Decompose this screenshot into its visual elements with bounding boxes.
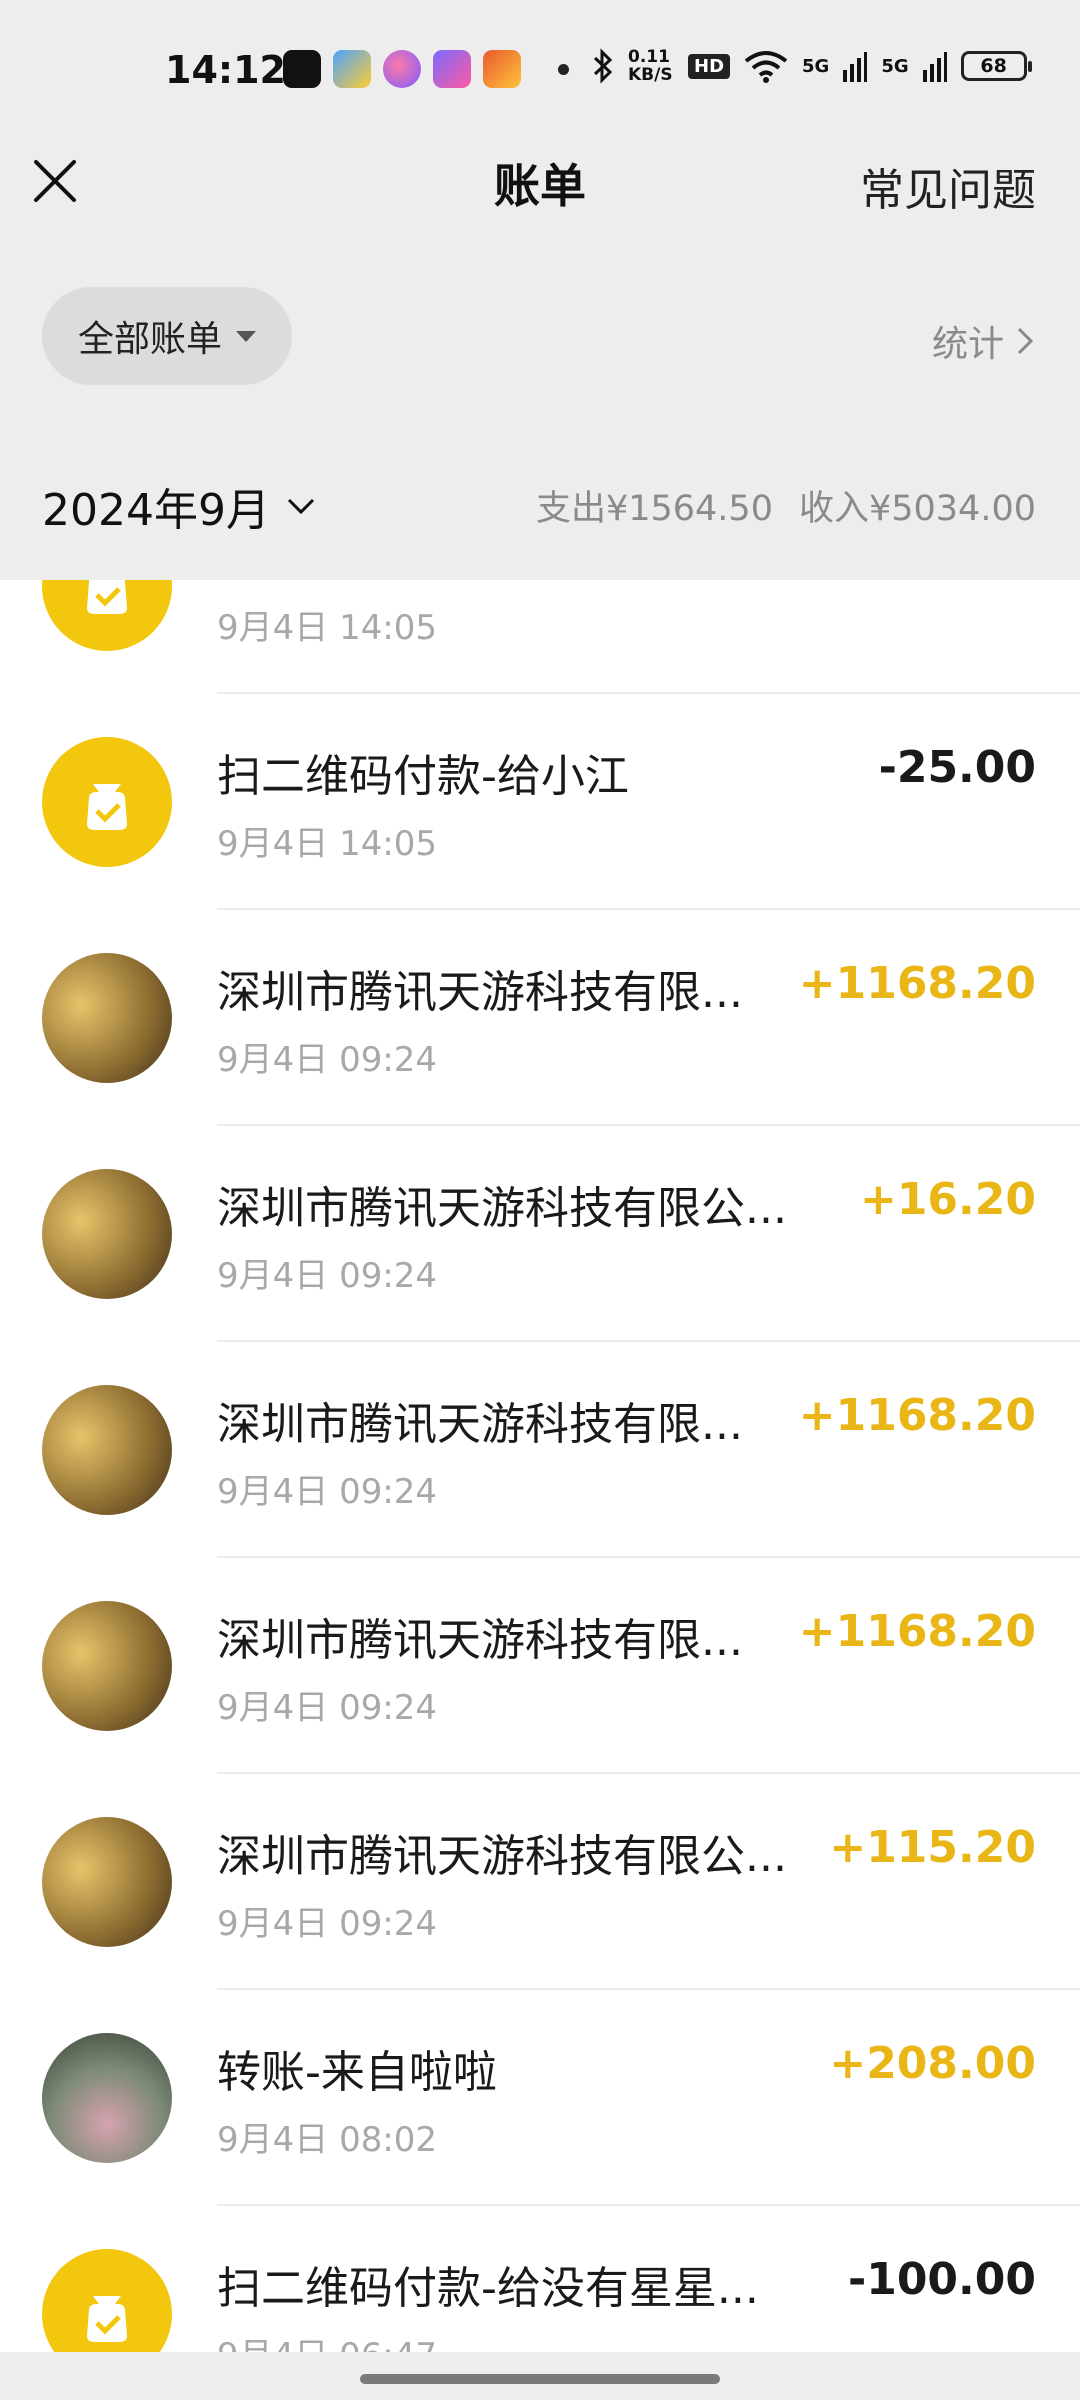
transaction-amount: +115.20 — [829, 1822, 1036, 1873]
transaction-amount: +208.00 — [829, 2038, 1036, 2089]
transaction-name: 深圳市腾讯天游科技有限... — [217, 967, 743, 1018]
transaction-name: 扫二维码付款-给小江 — [217, 751, 629, 802]
transaction-time: 9月4日 14:05 — [217, 824, 438, 864]
transaction-time: 9月4日 08:02 — [217, 2120, 438, 2160]
transaction-row[interactable]: 扫二维码付款-给小江 9月4日 14:05 -25.00 — [0, 694, 1080, 910]
faq-link[interactable]: 常见问题 — [860, 154, 1036, 218]
month-selector[interactable]: 2024年9月 — [42, 474, 316, 538]
filter-row: 全部账单 统计 — [0, 245, 1080, 430]
transaction-amount: +1168.20 — [798, 958, 1036, 1009]
nav-bar: 账单 常见问题 — [0, 140, 1080, 245]
dot-icon — [558, 64, 569, 75]
app-icon — [433, 50, 471, 88]
transaction-amount: -100.00 — [847, 2254, 1036, 2305]
transaction-time: 9月4日 14:05 — [217, 608, 438, 648]
status-time: 14:12 — [165, 48, 286, 92]
transaction-name: 深圳市腾讯天游科技有限... — [217, 1399, 743, 1450]
system-icons: 0.11 KB/S HD 5G 5G 68 — [592, 47, 1032, 85]
signal-bars-icon — [922, 52, 947, 82]
transaction-amount: -25.00 — [878, 742, 1036, 793]
income-total: 收入¥5034.00 — [798, 489, 1036, 529]
wallet-icon — [42, 580, 172, 651]
transaction-time: 9月4日 09:24 — [217, 1904, 438, 1944]
wifi-icon — [744, 51, 788, 83]
home-indicator[interactable] — [360, 2374, 720, 2384]
signal-bars-icon — [843, 52, 868, 82]
merchant-avatar — [42, 1601, 172, 1731]
signal-icon: 5G — [881, 55, 909, 77]
gesture-bar — [0, 2352, 1080, 2400]
bill-filter-label: 全部账单 — [77, 319, 222, 360]
merchant-avatar — [42, 1817, 172, 1947]
merchant-avatar — [42, 953, 172, 1083]
transaction-list: 9月4日 14:05 扫二维码付款-给小江 9月4日 14:05 -25.00 … — [0, 580, 1080, 2352]
capcut-icon — [283, 50, 321, 88]
transaction-time: 9月4日 09:24 — [217, 1256, 438, 1296]
signal-icon: 5G — [802, 55, 830, 77]
transaction-row[interactable]: 深圳市腾讯天游科技有限公... 9月4日 09:24 +115.20 — [0, 1774, 1080, 1990]
stats-link[interactable]: 统计 — [932, 315, 1034, 367]
transaction-amount: +1168.20 — [798, 1390, 1036, 1441]
expense-total: 支出¥1564.50 — [535, 489, 773, 529]
transaction-row[interactable]: 扫二维码付款-给没有星星... 9月4日 06:47 -100.00 — [0, 2206, 1080, 2352]
merchant-avatar — [42, 1169, 172, 1299]
transaction-row[interactable]: 转账-来自啦啦 9月4日 08:02 +208.00 — [0, 1990, 1080, 2206]
wallet-icon — [42, 737, 172, 867]
transaction-row[interactable]: 深圳市腾讯天游科技有限... 9月4日 09:24 +1168.20 — [0, 1342, 1080, 1558]
hd-badge: HD — [688, 53, 731, 79]
game-icon — [483, 50, 521, 88]
transaction-time: 9月4日 06:47 — [217, 2328, 437, 2352]
notification-icons — [283, 50, 521, 88]
transaction-row[interactable]: 深圳市腾讯天游科技有限... 9月4日 09:24 +1168.20 — [0, 910, 1080, 1126]
chevron-down-icon — [287, 498, 315, 515]
app-icon — [333, 50, 371, 88]
wallet-icon — [42, 2249, 172, 2352]
bill-filter-dropdown[interactable]: 全部账单 — [42, 287, 292, 385]
transaction-name: 深圳市腾讯天游科技有限... — [217, 1615, 743, 1666]
merchant-avatar — [42, 1385, 172, 1515]
net-speed: 0.11 KB/S — [628, 47, 673, 85]
transaction-time: 9月4日 09:24 — [217, 1472, 438, 1512]
battery-icon: 68 — [960, 51, 1032, 81]
contact-avatar — [42, 2033, 172, 2163]
transaction-amount: +16.20 — [859, 1174, 1036, 1225]
app-icon — [383, 50, 421, 88]
transaction-amount: +1168.20 — [798, 1606, 1036, 1657]
month-header: 2024年9月 支出¥1564.50 收入¥5034.00 — [0, 430, 1080, 580]
transaction-name: 转账-来自啦啦 — [217, 2047, 497, 2098]
transaction-row[interactable]: 深圳市腾讯天游科技有限公... 9月4日 09:24 +16.20 — [0, 1126, 1080, 1342]
caret-down-icon — [236, 330, 256, 342]
bluetooth-icon — [593, 48, 613, 84]
transaction-time: 9月4日 09:24 — [217, 1040, 438, 1080]
transaction-time: 9月4日 09:24 — [217, 1688, 438, 1728]
transaction-name: 深圳市腾讯天游科技有限公... — [217, 1183, 787, 1234]
chevron-right-icon — [1017, 327, 1034, 355]
transaction-row[interactable]: 9月4日 14:05 — [0, 580, 1080, 694]
status-bar: 14:12 0.11 KB/S HD 5G 5G 68 — [0, 0, 1080, 140]
transaction-name: 扫二维码付款-给没有星星... — [217, 2263, 759, 2314]
month-label: 2024年9月 — [42, 485, 270, 536]
stats-label: 统计 — [931, 324, 1004, 365]
transaction-row[interactable]: 深圳市腾讯天游科技有限... 9月4日 09:24 +1168.20 — [0, 1558, 1080, 1774]
month-summary: 支出¥1564.50 收入¥5034.00 — [536, 480, 1036, 531]
transaction-name: 深圳市腾讯天游科技有限公... — [217, 1831, 787, 1882]
